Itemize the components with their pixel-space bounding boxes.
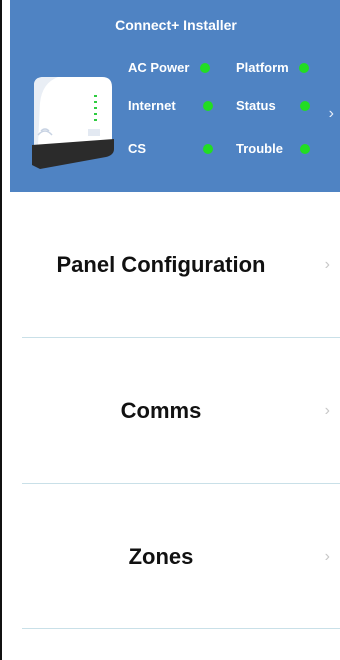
status-dot-cs [203,144,213,154]
panel-status-header[interactable]: Connect+ Installer AC Power Platform Int… [10,0,340,192]
status-trouble: Trouble [236,141,310,157]
status-cs: CS [128,141,213,157]
menu-item-zones[interactable]: Zones › [10,484,340,629]
chevron-right-icon: › [328,105,334,122]
status-dot-trouble [300,144,310,154]
status-label-trouble: Trouble [236,141,283,156]
status-ac-power: AC Power [128,60,210,76]
status-label-ac-power: AC Power [128,60,190,75]
divider [22,628,340,629]
status-dot-status [300,101,310,111]
status-dot-ac-power [200,63,210,73]
app-title: Connect+ Installer [115,17,237,33]
status-label-platform: Platform [236,60,289,75]
status-label-status: Status [236,98,276,113]
menu-item-panel-configuration[interactable]: Panel Configuration › [10,192,340,337]
status-label-cs: CS [128,141,147,156]
status-platform: Platform [236,60,309,76]
chevron-right-icon: › [324,547,330,565]
menu-item-label: Zones [128,543,194,569]
status-dot-internet [203,101,213,111]
status-dot-platform [299,63,309,73]
chevron-right-icon: › [324,255,330,273]
status-status: Status [236,98,310,114]
panel-device-icon [32,77,114,169]
chevron-right-icon: › [324,401,330,419]
status-internet: Internet [128,98,213,114]
menu-item-label: Panel Configuration [56,251,266,277]
menu-item-comms[interactable]: Comms › [10,338,340,483]
status-label-internet: Internet [128,98,176,113]
app-screen: Connect+ Installer AC Power Platform Int… [0,0,340,660]
menu-item-label: Comms [120,397,202,423]
